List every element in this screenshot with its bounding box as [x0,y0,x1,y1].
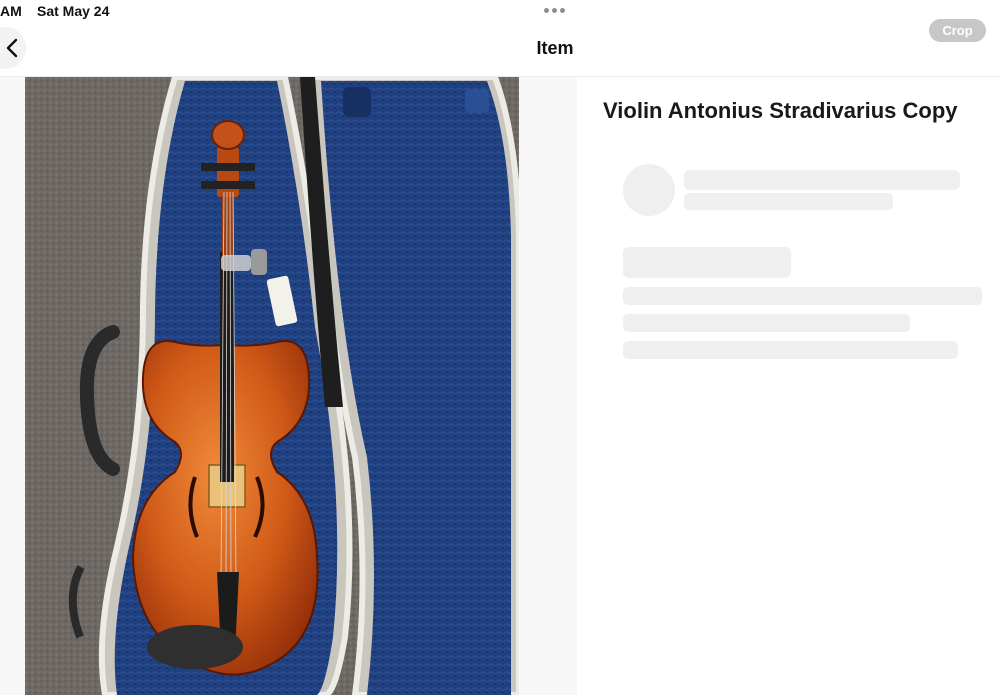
status-date: Sat May 24 [37,3,110,19]
image-panel [0,77,577,695]
dot [552,8,557,13]
dot [560,8,565,13]
item-title: Violin Antonius Stradivarius Copy [603,98,958,123]
seller-name-placeholder [684,170,960,190]
back-button[interactable] [0,27,26,69]
crop-button[interactable]: Crop [929,19,986,42]
detail-line-placeholder [623,341,958,359]
status-time: AM [0,3,22,19]
seller-avatar-placeholder [623,164,675,216]
seller-meta-placeholder [684,193,893,210]
dot [544,8,549,13]
more-dots-icon[interactable] [544,8,565,13]
nav-title: Item [536,38,574,58]
chevron-left-icon [6,38,18,58]
violin-photo-illustration [25,77,519,695]
item-photo[interactable] [25,77,519,695]
detail-line-placeholder [623,287,982,305]
price-placeholder [623,247,791,278]
item-screen: AM Sat May 24 Item Crop Violin Antonius … [0,0,1000,695]
detail-line-placeholder [623,314,910,332]
